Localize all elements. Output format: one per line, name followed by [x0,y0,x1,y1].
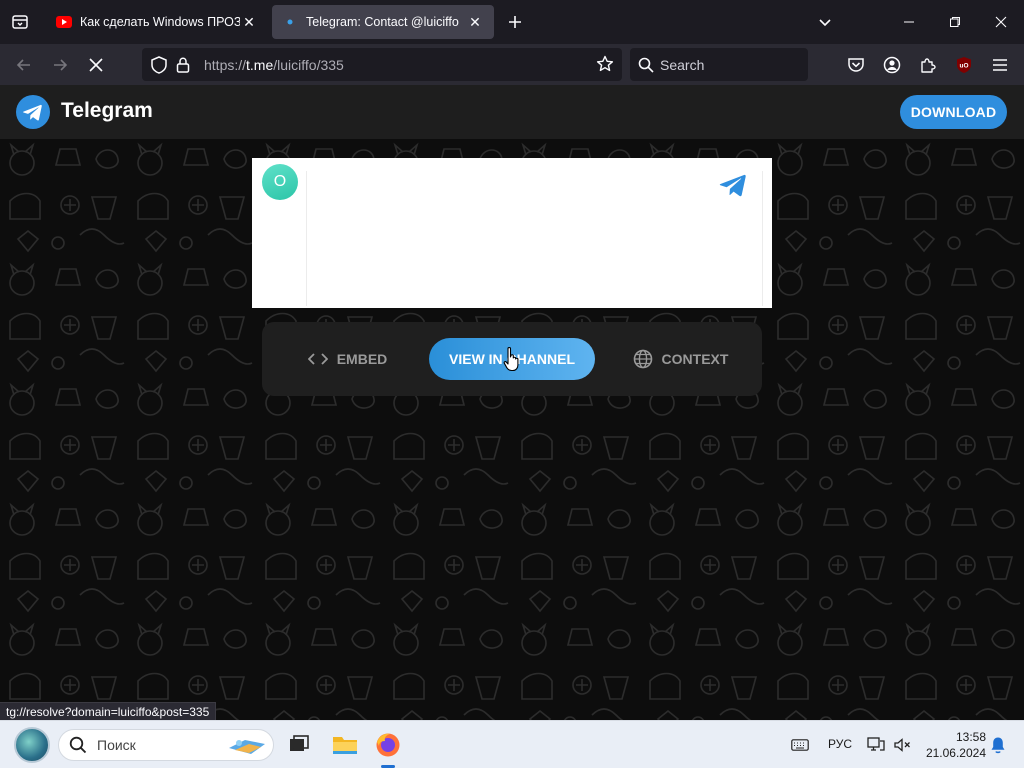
url-scheme: https:// [204,56,247,73]
account-icon [883,56,901,74]
file-explorer-button[interactable] [329,729,361,761]
new-tab-button[interactable] [503,10,527,34]
youtube-icon [56,14,72,30]
context-button[interactable]: CONTEXT [630,338,730,380]
firefox-icon [376,733,400,757]
plus-icon [509,16,521,28]
search-placeholder: Search [660,56,705,73]
url-text[interactable]: https://t.me/luiciffo/335 [204,57,344,73]
pocket-icon [848,58,864,72]
system-clock[interactable]: 13:58 21.06.2024 [918,729,986,761]
search-icon [69,736,87,754]
close-window-button[interactable] [978,0,1024,44]
ublock-origin-icon: uO [957,57,971,73]
link-status-tooltip: tg://resolve?domain=luiciffo&post=335 [0,702,217,720]
address-bar[interactable]: https://t.me/luiciffo/335 [142,48,622,81]
taskbar-search-box[interactable]: Поиск [58,729,274,761]
minimize-button[interactable] [886,0,932,44]
telegram-plane-icon[interactable] [719,173,747,197]
browser-tab-strip: Как сделать Windows ПРОЗРА ✕ Telegram: C… [0,0,1024,44]
tab-list-icon [12,15,28,29]
telegram-page: Telegram DOWNLOAD O EMBED VIEW IN CHANNE… [0,85,1024,720]
telegram-logo-icon[interactable] [16,95,50,129]
globe-icon [632,348,654,370]
back-button[interactable] [9,50,39,80]
extensions-button[interactable] [916,53,940,77]
tab-youtube[interactable]: Как сделать Windows ПРОЗРА ✕ [46,5,268,39]
search-bar[interactable]: Search [630,48,808,81]
tab-close-icon[interactable]: ✕ [240,13,258,31]
clock-date: 21.06.2024 [925,746,986,760]
restore-icon [950,17,960,27]
ublock-badge-text: uO [959,63,968,70]
notification-bell-icon[interactable] [988,735,1008,755]
volume-muted-icon[interactable] [892,735,912,755]
keyboard-icon[interactable] [790,735,810,755]
tab-title: Telegram: Contact @luiciffo [306,15,459,29]
stop-icon [89,58,103,72]
arrow-left-icon [16,59,30,71]
clock-time: 13:58 [955,730,986,744]
code-brackets-icon [307,348,329,370]
tab-telegram[interactable]: Telegram: Contact @luiciffo ✕ [272,5,494,39]
context-label: CONTEXT [661,351,729,367]
channel-avatar[interactable]: O [262,164,298,200]
screen: Как сделать Windows ПРОЗРА ✕ Telegram: C… [0,0,1024,768]
puzzle-icon [921,58,936,73]
restore-button[interactable] [932,0,978,44]
lock-icon[interactable] [172,54,194,76]
card-divider [762,171,763,306]
hamburger-menu-icon [993,59,1007,71]
search-icon [638,57,654,73]
search-highlight-illustration-icon [229,740,265,754]
url-host: t.me [246,56,274,73]
account-button[interactable] [880,53,904,77]
list-all-tabs-button[interactable] [813,10,837,34]
bookmark-star-icon[interactable] [594,53,616,75]
shield-icon[interactable] [148,54,170,76]
embed-label: EMBED [336,351,388,367]
app-menu-button[interactable] [988,53,1012,77]
tab-close-icon[interactable]: ✕ [466,13,484,31]
task-view-icon [290,735,309,751]
telegram-header: Telegram DOWNLOAD [0,85,1024,139]
url-path: /luiciffo/335 [273,56,344,73]
minimize-icon [904,21,914,23]
folder-icon [333,737,357,754]
tab-list-button[interactable] [0,0,40,44]
start-button[interactable] [14,727,50,763]
forward-button[interactable] [45,50,75,80]
telegram-brand-name[interactable]: Telegram [61,99,153,123]
embed-button[interactable]: EMBED [302,338,392,380]
pocket-button[interactable] [844,53,868,77]
close-icon [995,16,1007,28]
tab-title: Как сделать Windows ПРОЗРА [80,15,240,29]
task-view-button[interactable] [283,729,315,761]
download-button[interactable]: DOWNLOAD [900,95,1007,129]
firefox-taskbar-button[interactable] [372,729,404,761]
navigation-toolbar: https://t.me/luiciffo/335 Search uO [0,44,1024,85]
taskbar-search-placeholder: Поиск [97,737,136,753]
loading-dot-icon [282,14,298,30]
input-language-indicator[interactable]: РУС [828,737,852,751]
card-divider [306,171,307,306]
windows-taskbar: Поиск РУС 13:58 21.06.2024 [0,720,1024,768]
network-icon[interactable] [866,735,886,755]
arrow-right-icon [54,59,68,71]
ublock-origin-button[interactable]: uO [952,53,976,77]
chevron-down-icon [819,19,831,27]
stop-button[interactable] [81,50,111,80]
hand-pointer-cursor-icon [503,347,519,372]
post-embed-card [252,158,772,308]
